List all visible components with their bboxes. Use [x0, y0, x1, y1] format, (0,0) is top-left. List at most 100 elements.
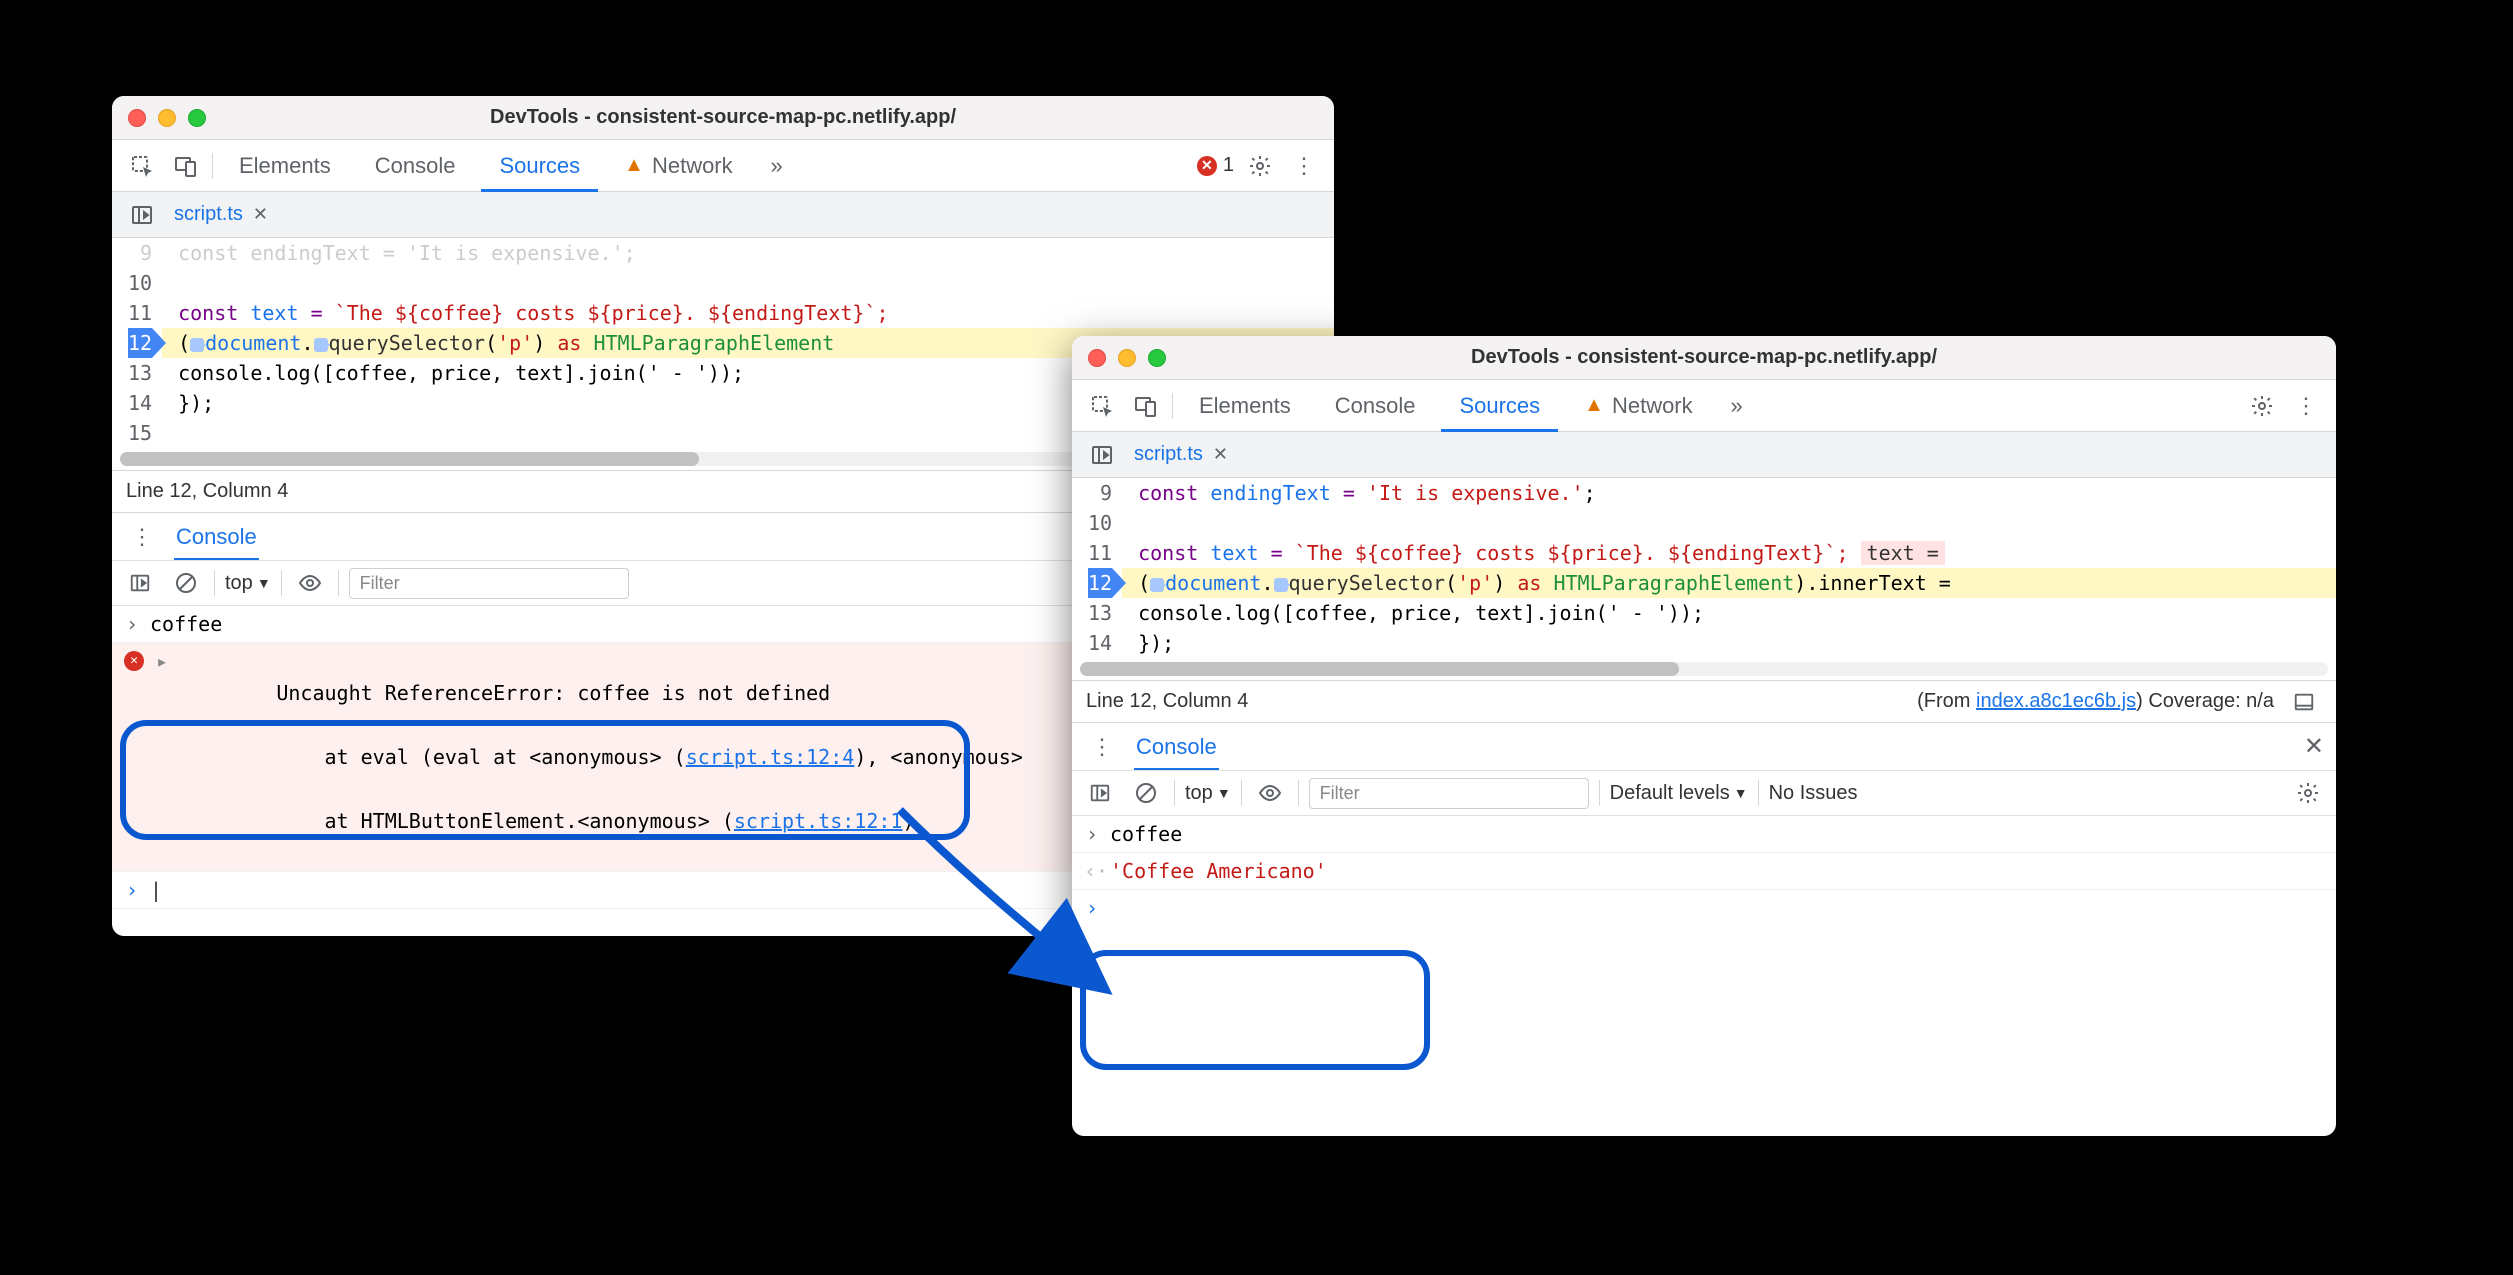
console-kebab-icon[interactable]: ⋮: [1084, 729, 1120, 765]
code-editor[interactable]: 9 10 11 12 13 14 const endingText = 'It …: [1072, 478, 2336, 658]
traffic-lights: [128, 109, 206, 127]
console-sidebar-toggle-icon[interactable]: [1082, 775, 1118, 811]
error-count-badge[interactable]: ✕ 1: [1197, 154, 1234, 177]
minimize-window-button[interactable]: [1118, 349, 1136, 367]
chevron-down-icon: ▼: [1734, 785, 1748, 801]
device-toolbar-icon[interactable]: [1128, 388, 1164, 424]
tab-sources[interactable]: Sources: [1441, 381, 1558, 432]
divider: [214, 570, 215, 596]
file-tabbar: script.ts ✕: [112, 192, 1334, 238]
console-drawer-header: ⋮ Console ✕: [1072, 722, 2336, 770]
devtools-window-after[interactable]: DevTools - consistent-source-map-pc.netl…: [1072, 336, 2336, 1136]
inline-value-badge: text =: [1861, 541, 1945, 565]
console-result-text: 'Coffee Americano': [1110, 855, 2324, 887]
kebab-menu-icon[interactable]: ⋮: [1286, 148, 1322, 184]
tab-sources[interactable]: Sources: [481, 141, 598, 192]
breakpoint-line: (document.querySelector('p') as HTMLPara…: [1122, 568, 2336, 598]
console-settings-gear-icon[interactable]: [2290, 775, 2326, 811]
divider: [1758, 780, 1759, 806]
close-file-icon[interactable]: ✕: [253, 204, 268, 225]
more-tabs-icon[interactable]: »: [1719, 388, 1755, 424]
divider: [1172, 393, 1173, 419]
warning-icon: ▲: [624, 154, 644, 177]
titlebar[interactable]: DevTools - consistent-source-map-pc.netl…: [112, 96, 1334, 140]
chevron-down-icon: ▼: [257, 575, 271, 591]
window-title: DevTools - consistent-source-map-pc.netl…: [112, 106, 1334, 129]
current-line-marker: 12: [1088, 568, 1112, 598]
code-area[interactable]: const endingText = 'It is expensive.'; c…: [1122, 478, 2336, 658]
divider: [338, 570, 339, 596]
clear-console-icon[interactable]: [1128, 775, 1164, 811]
tab-elements[interactable]: Elements: [221, 141, 349, 191]
settings-gear-icon[interactable]: [1242, 148, 1278, 184]
zoom-window-button[interactable]: [1148, 349, 1166, 367]
issues-label[interactable]: No Issues: [1769, 782, 1858, 805]
console-input-row: › coffee: [1072, 816, 2336, 853]
console-drawer-tab[interactable]: Console: [1134, 724, 1219, 771]
live-expression-eye-icon[interactable]: [1252, 775, 1288, 811]
input-chevron-icon: ›: [1084, 818, 1100, 850]
scrollbar-thumb[interactable]: [120, 452, 699, 466]
property-hint-icon: [1150, 578, 1164, 592]
inspect-element-icon[interactable]: [124, 148, 160, 184]
close-window-button[interactable]: [1088, 349, 1106, 367]
close-drawer-icon[interactable]: ✕: [2304, 732, 2324, 761]
device-toolbar-icon[interactable]: [168, 148, 204, 184]
zoom-window-button[interactable]: [188, 109, 206, 127]
minimize-window-button[interactable]: [158, 109, 176, 127]
kebab-menu-icon[interactable]: ⋮: [2288, 388, 2324, 424]
tab-network-label: Network: [652, 153, 733, 179]
console-filter-input[interactable]: Filter: [349, 568, 629, 599]
console-drawer-tab[interactable]: Console: [174, 514, 259, 561]
navigator-toggle-icon[interactable]: [124, 197, 160, 233]
console-output[interactable]: › coffee ‹· 'Coffee Americano' ›: [1072, 816, 2336, 1136]
tab-network[interactable]: ▲ Network: [606, 141, 750, 191]
tab-console[interactable]: Console: [357, 141, 474, 191]
divider: [1599, 780, 1600, 806]
divider: [1241, 780, 1242, 806]
error-icon: ✕: [1197, 156, 1217, 176]
property-hint-icon: [314, 338, 328, 352]
file-tab-script[interactable]: script.ts ✕: [174, 203, 268, 226]
clear-console-icon[interactable]: [168, 565, 204, 601]
log-levels-selector[interactable]: Default levels ▼: [1610, 782, 1748, 805]
file-tab-script[interactable]: script.ts ✕: [1134, 443, 1228, 466]
context-selector[interactable]: top ▼: [1185, 782, 1231, 805]
coverage-label: Coverage: n/a: [2143, 690, 2274, 712]
inspect-element-icon[interactable]: [1084, 388, 1120, 424]
show-details-icon[interactable]: [2286, 684, 2322, 720]
current-line-marker: 12: [128, 328, 152, 358]
tab-console[interactable]: Console: [1317, 381, 1434, 431]
expand-chevron-icon[interactable]: ▸: [154, 645, 170, 677]
close-window-button[interactable]: [128, 109, 146, 127]
live-expression-eye-icon[interactable]: [292, 565, 328, 601]
stack-link[interactable]: script.ts:12:4: [686, 745, 855, 769]
divider: [212, 153, 213, 179]
editor-scrollbar[interactable]: [1080, 662, 2328, 676]
file-name-label: script.ts: [1134, 443, 1203, 466]
more-tabs-icon[interactable]: »: [759, 148, 795, 184]
tab-network[interactable]: ▲Network: [1566, 381, 1710, 431]
tab-elements[interactable]: Elements: [1181, 381, 1309, 431]
scrollbar-thumb[interactable]: [1080, 662, 1679, 676]
close-file-icon[interactable]: ✕: [1213, 444, 1228, 465]
prompt-chevron-icon: ›: [124, 874, 140, 906]
input-chevron-icon: ›: [124, 608, 140, 640]
divider: [1174, 780, 1175, 806]
sourcemap-source: (From index.a8c1ec6b.js) Coverage: n/a: [1917, 690, 2274, 713]
stack-link[interactable]: script.ts:12:1: [734, 809, 903, 833]
line-gutter: 9 10 11 12 13 14 15: [112, 238, 162, 448]
tab-network-label: Network: [1612, 393, 1693, 419]
console-filter-input[interactable]: Filter: [1309, 778, 1589, 809]
property-hint-icon: [1274, 578, 1288, 592]
sourcemap-link[interactable]: index.a8c1ec6b.js: [1976, 690, 2136, 712]
navigator-toggle-icon[interactable]: [1084, 437, 1120, 473]
prompt-chevron-icon: ›: [1084, 892, 1100, 924]
console-sidebar-toggle-icon[interactable]: [122, 565, 158, 601]
error-icon: ✕: [124, 651, 144, 671]
context-selector[interactable]: top ▼: [225, 572, 271, 595]
titlebar[interactable]: DevTools - consistent-source-map-pc.netl…: [1072, 336, 2336, 380]
console-kebab-icon[interactable]: ⋮: [124, 519, 160, 555]
settings-gear-icon[interactable]: [2244, 388, 2280, 424]
console-prompt-row[interactable]: ›: [1072, 890, 2336, 926]
